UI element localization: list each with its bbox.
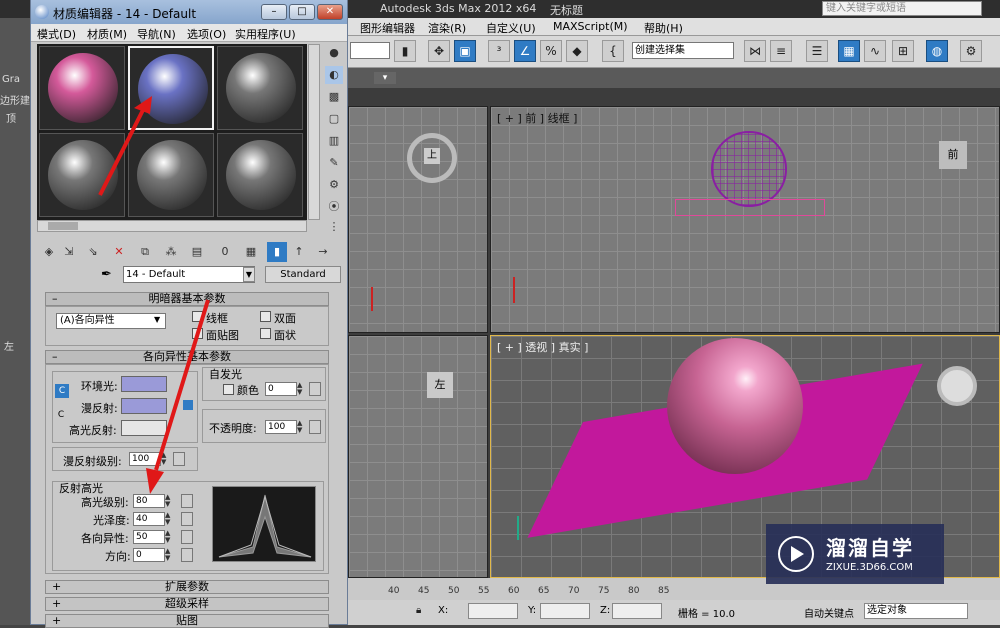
arrow-to-slot-head: [134, 96, 152, 114]
arrow-to-spec-level: [154, 299, 210, 471]
watermark-name: 溜溜自学: [826, 536, 914, 560]
arrow-to-spec-level-head: [146, 468, 164, 494]
play-logo-icon: [778, 536, 814, 572]
watermark-url: ZIXUE.3D66.COM: [826, 562, 913, 573]
watermark: 溜溜自学 ZIXUE.3D66.COM: [766, 524, 944, 584]
arrow-to-slot: [98, 107, 146, 196]
